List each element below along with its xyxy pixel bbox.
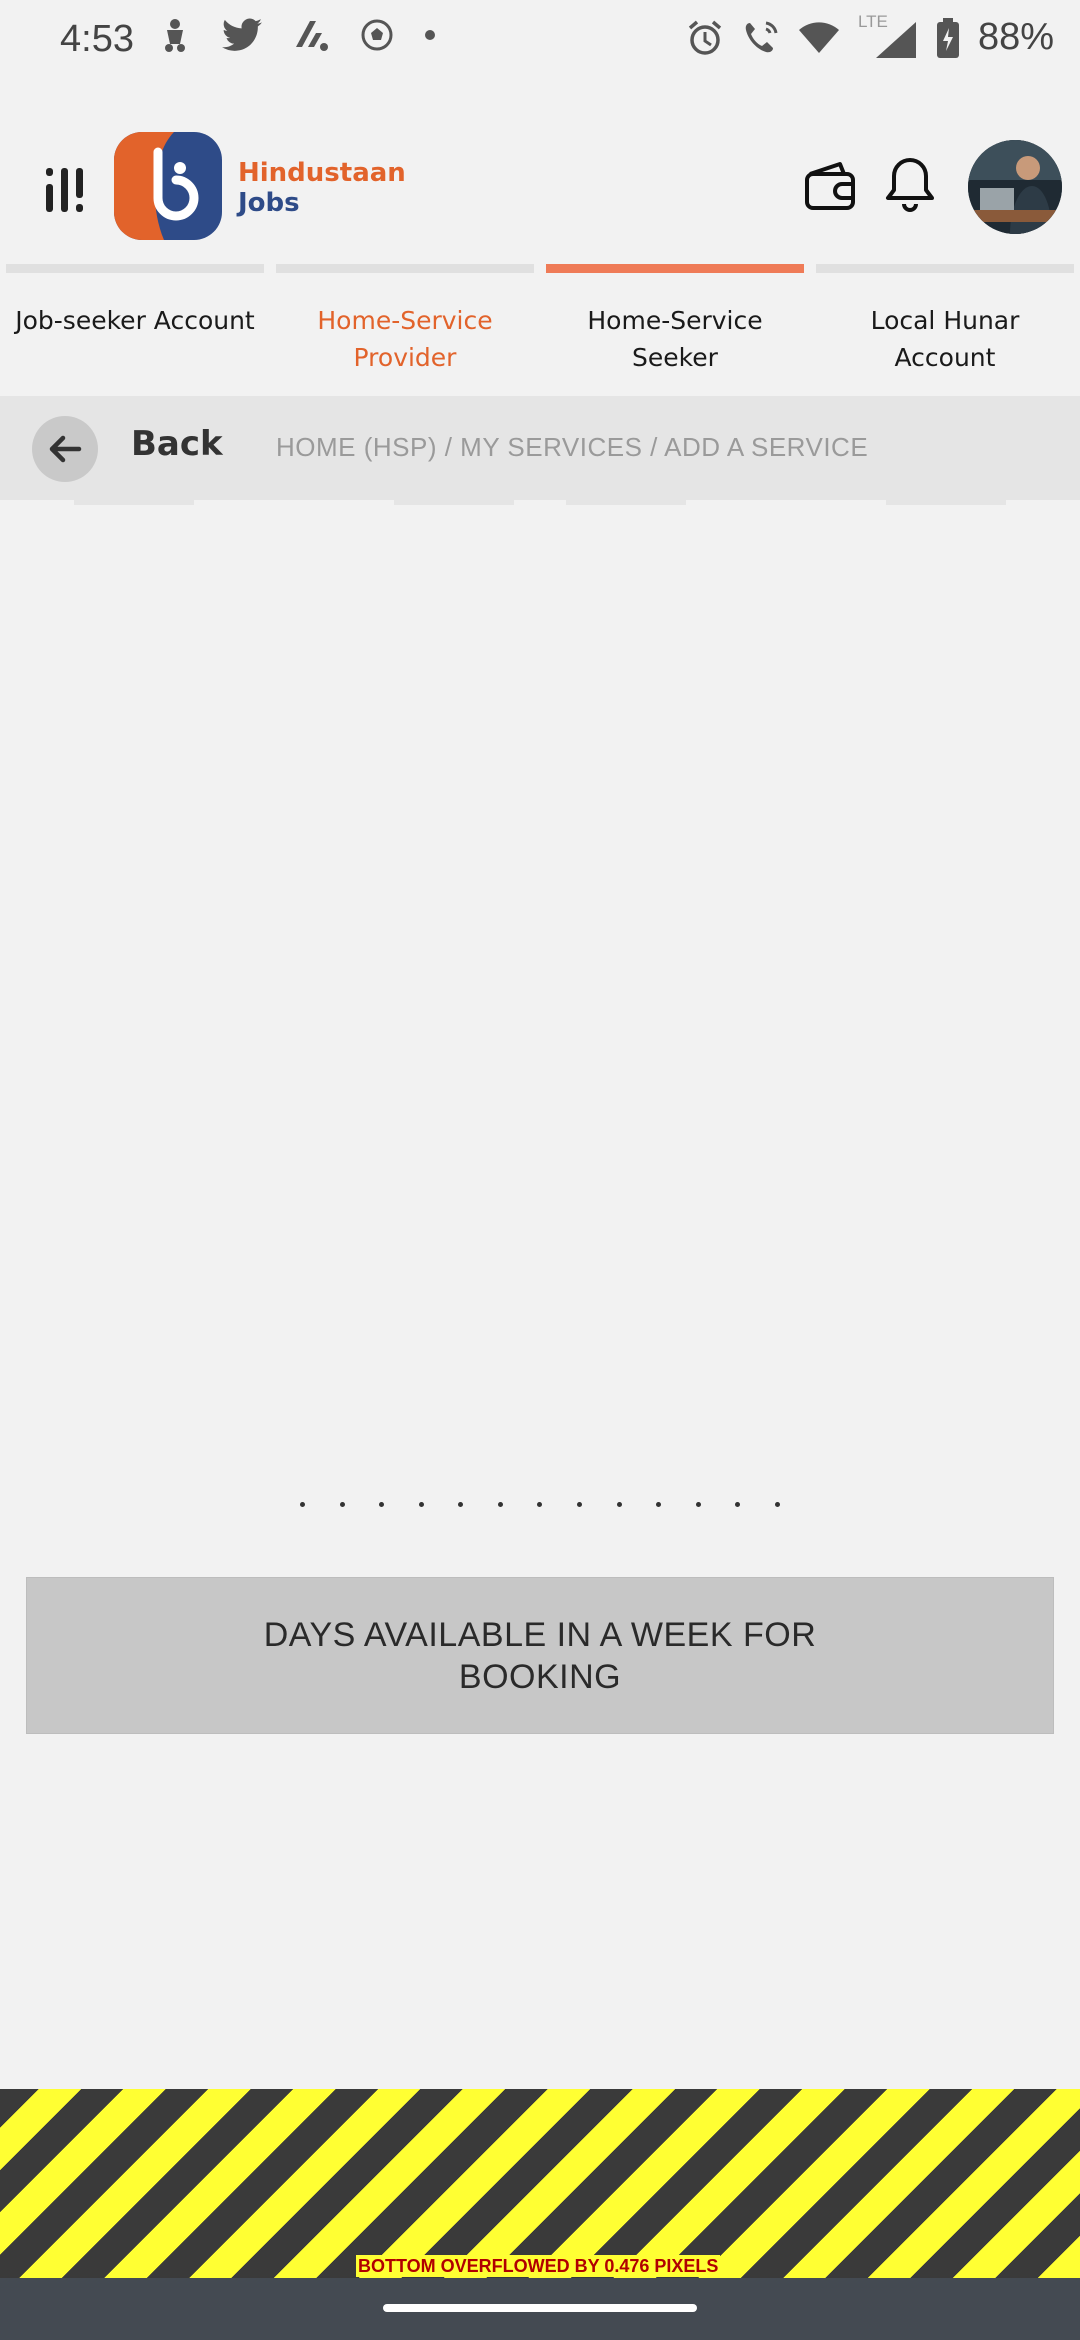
tab-label: Job-seeker Account <box>15 306 255 335</box>
dot <box>774 1502 780 1507</box>
tab-label: Local Hunar Account <box>870 306 1020 372</box>
notifications-button[interactable] <box>882 154 938 216</box>
dot <box>577 1502 583 1507</box>
tick-mark <box>886 500 1006 505</box>
logo-icon <box>114 132 222 240</box>
back-label[interactable]: Back <box>131 424 223 464</box>
days-available-heading: DAYS AVAILABLE IN A WEEK FOR BOOKING <box>263 1615 817 1696</box>
dot <box>497 1502 503 1507</box>
system-icons: LTE 88% <box>686 12 1054 59</box>
tab-tick-marks <box>0 500 1080 505</box>
dot <box>695 1502 701 1507</box>
tab-local-hunar[interactable]: Local Hunar Account <box>810 262 1080 394</box>
notification-icons <box>158 16 436 54</box>
tab-indicator <box>276 264 534 273</box>
dot <box>656 1502 662 1507</box>
tab-home-service-seeker[interactable]: Home-Service Seeker <box>540 262 810 394</box>
bell-icon <box>886 158 934 212</box>
dot <box>537 1502 543 1507</box>
wallet-icon <box>805 162 855 210</box>
arrow-left-icon <box>49 435 82 463</box>
twitter-icon <box>222 18 262 51</box>
back-button[interactable] <box>32 416 98 482</box>
dot <box>735 1502 741 1507</box>
days-available-section: DAYS AVAILABLE IN A WEEK FOR BOOKING <box>26 1577 1054 1734</box>
dot <box>418 1502 424 1507</box>
logo-line-2: Jobs <box>238 188 300 218</box>
dot <box>379 1502 385 1507</box>
tick-mark <box>566 500 686 505</box>
menu-button[interactable] <box>40 160 90 216</box>
alarm-icon <box>688 20 722 55</box>
dot <box>616 1502 622 1507</box>
breadcrumb-bar: Back HOME (HSP) / MY SERVICES / ADD A SE… <box>0 396 1080 500</box>
app-bar: Hindustaan Jobs <box>0 120 1080 260</box>
soccer-icon <box>361 19 393 51</box>
signal-icon: LTE <box>858 12 918 58</box>
home-gesture-handle[interactable] <box>383 2304 697 2312</box>
account-tabs: Job-seeker Account Home-Service Provider… <box>0 262 1080 394</box>
avatar-photo <box>968 140 1062 234</box>
overflow-warning-stripes <box>0 2089 1080 2278</box>
wallet-button[interactable] <box>802 158 858 214</box>
status-time: 4:53 <box>60 18 134 60</box>
status-bar: 4:53 LTE 88% <box>0 0 1080 84</box>
tab-job-seeker[interactable]: Job-seeker Account <box>0 262 270 394</box>
tab-label: Home-Service Seeker <box>587 306 763 372</box>
tab-home-service-provider[interactable]: Home-Service Provider <box>270 262 540 394</box>
scooter-icon <box>165 19 185 52</box>
dot <box>458 1502 464 1507</box>
battery-percent: 88% <box>977 16 1054 58</box>
system-nav-bar <box>0 2278 1080 2340</box>
tab-indicator <box>816 264 1074 273</box>
app-logo[interactable] <box>114 132 222 240</box>
battery-icon <box>936 17 959 58</box>
wifi-icon <box>798 21 839 53</box>
dot <box>339 1502 345 1507</box>
app-icon <box>296 21 328 51</box>
logo-wordmark: Hindustaan Jobs <box>238 158 406 218</box>
tab-indicator <box>6 264 264 273</box>
logo-line-1: Hindustaan <box>238 158 406 188</box>
dot <box>300 1502 305 1507</box>
page-indicator-dots <box>300 1502 780 1507</box>
tab-indicator <box>546 264 804 273</box>
overflow-warning-label: BOTTOM OVERFLOWED BY 0.476 PIXELS <box>356 2255 721 2277</box>
tick-mark <box>394 500 514 505</box>
tab-label: Home-Service Provider <box>317 306 493 372</box>
breadcrumb: HOME (HSP) / MY SERVICES / ADD A SERVICE <box>276 432 869 462</box>
profile-avatar[interactable] <box>968 140 1062 234</box>
menu-icon <box>46 168 83 212</box>
dot-icon <box>425 30 435 40</box>
tick-mark <box>74 500 194 505</box>
wifi-call-icon <box>745 21 778 52</box>
